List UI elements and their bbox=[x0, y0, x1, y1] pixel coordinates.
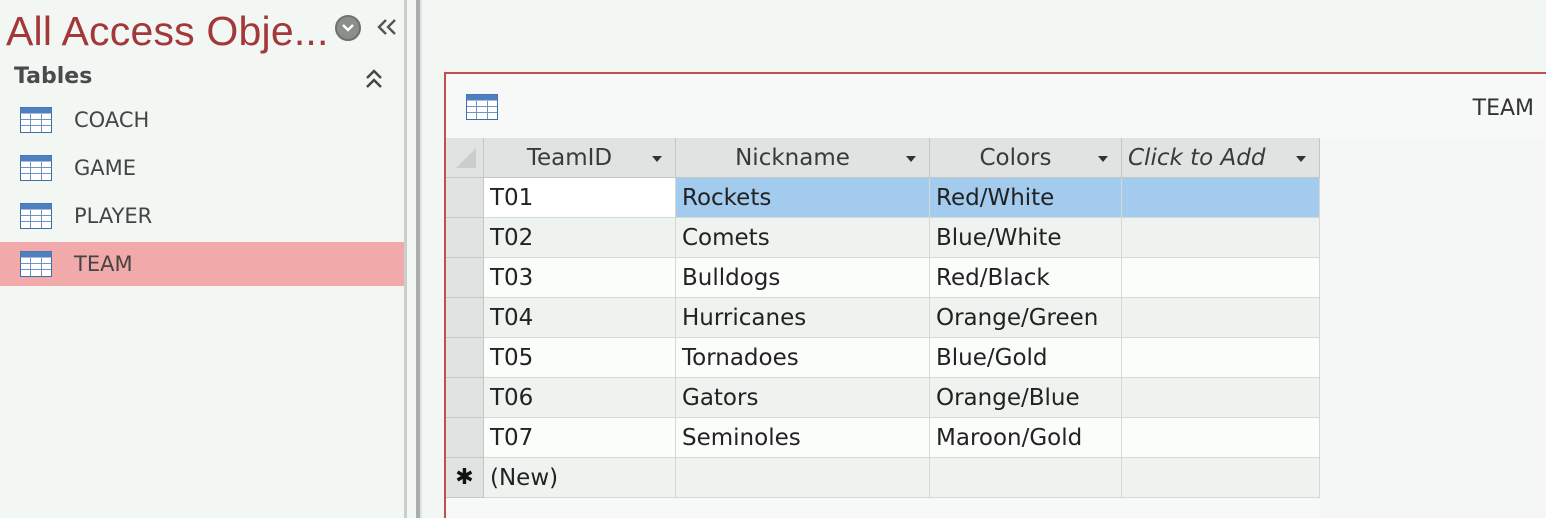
pane-splitter[interactable] bbox=[404, 0, 422, 518]
navigation-pane: All Access Obje... Tables COACH GAME PLA… bbox=[0, 0, 406, 518]
cell-nickname[interactable]: Rockets bbox=[676, 178, 930, 218]
cell-new-click-to-add[interactable] bbox=[1122, 458, 1320, 498]
nav-item-game[interactable]: GAME bbox=[0, 146, 404, 190]
tables-group-header[interactable]: Tables bbox=[0, 60, 404, 98]
cell-teamid[interactable]: T07 bbox=[484, 418, 676, 458]
cell-nickname[interactable]: Tornadoes bbox=[676, 338, 930, 378]
dropdown-arrow-icon[interactable] bbox=[651, 155, 663, 163]
record-selector[interactable] bbox=[446, 258, 484, 298]
cell-click-to-add[interactable] bbox=[1122, 178, 1320, 218]
nav-item-label: PLAYER bbox=[74, 204, 153, 228]
double-chevron-up-icon[interactable] bbox=[362, 66, 386, 92]
cell-click-to-add[interactable] bbox=[1122, 258, 1320, 298]
record-selector[interactable] bbox=[446, 378, 484, 418]
dropdown-arrow-icon[interactable] bbox=[905, 155, 917, 163]
record-selector[interactable] bbox=[446, 298, 484, 338]
record-selector[interactable] bbox=[446, 418, 484, 458]
record-selector[interactable] bbox=[446, 178, 484, 218]
cell-colors[interactable]: Blue/Gold bbox=[930, 338, 1122, 378]
nav-item-label: COACH bbox=[74, 108, 150, 132]
nav-item-coach[interactable]: COACH bbox=[0, 98, 404, 142]
dropdown-arrow-icon[interactable] bbox=[1097, 155, 1109, 163]
document-tab[interactable]: TEAM bbox=[446, 74, 1546, 138]
cell-nickname[interactable]: Seminoles bbox=[676, 418, 930, 458]
column-header-label: Nickname bbox=[735, 145, 850, 171]
document-tab-title: TEAM bbox=[1472, 96, 1534, 121]
nav-item-label: TEAM bbox=[74, 252, 133, 276]
cell-teamid[interactable]: T04 bbox=[484, 298, 676, 338]
select-all-corner[interactable] bbox=[446, 138, 484, 178]
new-record-marker[interactable]: ✱ bbox=[446, 458, 484, 498]
column-header-label: Click to Add bbox=[1128, 145, 1266, 171]
cell-teamid[interactable]: T03 bbox=[484, 258, 676, 298]
record-selector[interactable] bbox=[446, 218, 484, 258]
nav-item-player[interactable]: PLAYER bbox=[0, 194, 404, 238]
nav-item-team[interactable]: TEAM bbox=[0, 242, 404, 286]
cell-colors[interactable]: Red/White bbox=[930, 178, 1122, 218]
cell-teamid[interactable]: T06 bbox=[484, 378, 676, 418]
collapse-pane-icon[interactable] bbox=[374, 12, 400, 42]
nav-pane-title[interactable]: All Access Obje... bbox=[6, 8, 329, 55]
cell-teamid[interactable]: T02 bbox=[484, 218, 676, 258]
table-icon bbox=[20, 251, 52, 281]
column-header-click-to-add[interactable]: Click to Add bbox=[1122, 138, 1320, 178]
cell-teamid[interactable]: T05 bbox=[484, 338, 676, 378]
datasheet-empty-area bbox=[1320, 138, 1546, 518]
cell-colors[interactable]: Orange/Blue bbox=[930, 378, 1122, 418]
cell-colors[interactable]: Blue/White bbox=[930, 218, 1122, 258]
datasheet-grid: TeamID Nickname Colors Click to Add T01 … bbox=[446, 138, 1546, 518]
table-icon bbox=[20, 107, 52, 137]
cell-colors[interactable]: Maroon/Gold bbox=[930, 418, 1122, 458]
table-icon bbox=[20, 155, 52, 185]
cell-nickname[interactable]: Bulldogs bbox=[676, 258, 930, 298]
cell-click-to-add[interactable] bbox=[1122, 378, 1320, 418]
cell-new-nickname[interactable] bbox=[676, 458, 930, 498]
cell-click-to-add[interactable] bbox=[1122, 418, 1320, 458]
column-header-colors[interactable]: Colors bbox=[930, 138, 1122, 178]
cell-nickname[interactable]: Hurricanes bbox=[676, 298, 930, 338]
cell-click-to-add[interactable] bbox=[1122, 298, 1320, 338]
cell-teamid[interactable]: T01 bbox=[484, 178, 676, 218]
column-header-teamid[interactable]: TeamID bbox=[484, 138, 676, 178]
cell-nickname[interactable]: Gators bbox=[676, 378, 930, 418]
team-table-window: TEAM TeamID Nickname Colors Click to Add… bbox=[444, 72, 1546, 518]
nav-menu-chevron-icon[interactable] bbox=[335, 15, 361, 41]
cell-colors[interactable]: Orange/Green bbox=[930, 298, 1122, 338]
table-icon bbox=[20, 203, 52, 233]
column-header-label: TeamID bbox=[526, 145, 613, 171]
table-icon bbox=[466, 94, 498, 124]
cell-colors[interactable]: Red/Black bbox=[930, 258, 1122, 298]
column-header-label: Colors bbox=[979, 145, 1052, 171]
nav-item-label: GAME bbox=[74, 156, 137, 180]
column-header-nickname[interactable]: Nickname bbox=[676, 138, 930, 178]
record-selector[interactable] bbox=[446, 338, 484, 378]
cell-click-to-add[interactable] bbox=[1122, 218, 1320, 258]
cell-new-colors[interactable] bbox=[930, 458, 1122, 498]
cell-click-to-add[interactable] bbox=[1122, 338, 1320, 378]
cell-new-record[interactable]: (New) bbox=[484, 458, 676, 498]
tables-group-label: Tables bbox=[14, 64, 93, 89]
cell-nickname[interactable]: Comets bbox=[676, 218, 930, 258]
dropdown-arrow-icon[interactable] bbox=[1295, 155, 1307, 163]
